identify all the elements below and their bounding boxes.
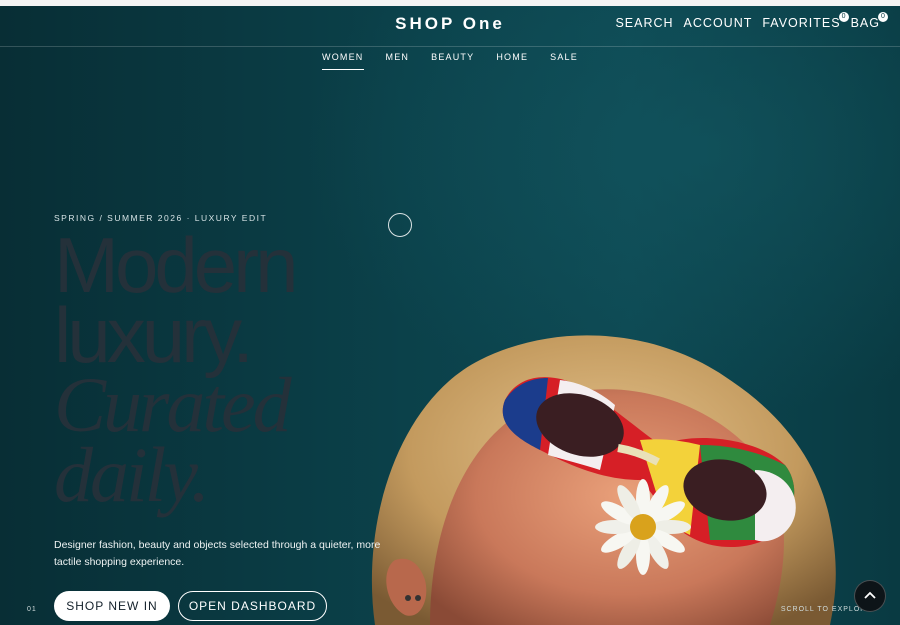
- site-header: SHOP One SEARCH ACCOUNT FAVORITES 0 BAG …: [0, 6, 900, 47]
- back-to-top-button[interactable]: [854, 580, 886, 612]
- search-link[interactable]: SEARCH: [615, 16, 673, 30]
- favorites-count-badge: 0: [838, 12, 849, 22]
- nav-item-sale[interactable]: SALE: [550, 52, 578, 70]
- hero-description: Designer fashion, beauty and objects sel…: [54, 539, 381, 568]
- headline-line-1: Modern: [54, 221, 298, 309]
- hero-headline: Modern luxury. Curated daily.: [54, 221, 298, 518]
- bag-label: BAG: [850, 16, 880, 30]
- bag-link[interactable]: BAG 0: [850, 12, 888, 30]
- chevron-up-icon: [864, 591, 876, 599]
- favorites-link[interactable]: FAVORITES 0: [762, 12, 849, 30]
- nav-item-men[interactable]: MEN: [386, 52, 410, 70]
- category-nav: WOMEN MEN BEAUTY HOME SALE: [0, 52, 900, 70]
- nav-item-home[interactable]: HOME: [496, 52, 528, 70]
- headline-line-4: daily.: [54, 431, 210, 518]
- utility-nav: SEARCH ACCOUNT FAVORITES 0 BAG 0: [615, 12, 888, 30]
- bag-count-badge: 0: [878, 12, 888, 22]
- nav-item-women[interactable]: WOMEN: [322, 52, 364, 70]
- favorites-label: FAVORITES: [762, 16, 841, 30]
- headline-line-3: Curated: [54, 361, 292, 448]
- headline-line-2: luxury.: [54, 291, 254, 379]
- cursor-ring: [388, 213, 412, 237]
- open-dashboard-button[interactable]: OPEN DASHBOARD: [178, 591, 327, 621]
- shop-new-in-button[interactable]: SHOP NEW IN: [54, 591, 170, 621]
- nav-item-beauty[interactable]: BEAUTY: [431, 52, 474, 70]
- slide-number: 01: [27, 606, 37, 613]
- account-link[interactable]: ACCOUNT: [684, 16, 753, 30]
